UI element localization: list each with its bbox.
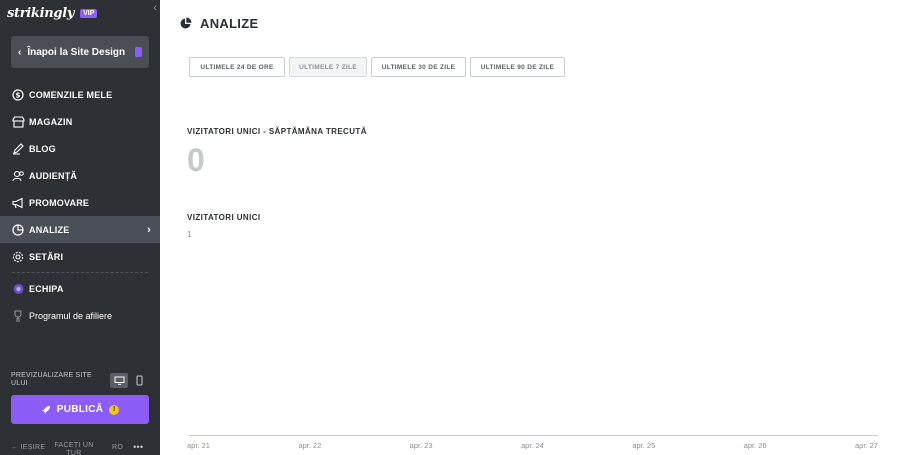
collapse-sidebar-icon[interactable]: ‹ — [153, 2, 157, 14]
chevron-right-icon: › — [147, 223, 151, 236]
pie-chart-icon — [11, 223, 25, 237]
sidebar-item-label: COMENZILE MELE — [29, 89, 113, 100]
tab-last-24-hours[interactable]: ULTIMELE 24 DE ORE — [189, 57, 285, 77]
tab-last-30-days[interactable]: ULTIMELE 30 DE ZILE — [371, 57, 466, 77]
sidebar-item-team[interactable]: ECHIPA — [0, 275, 160, 302]
svg-text:$: $ — [15, 91, 20, 99]
x-axis-tick-label: apr. 24 — [521, 441, 544, 450]
megaphone-icon — [11, 196, 25, 210]
tour-link[interactable]: FACEȚI UN TUR — [51, 442, 97, 455]
x-axis-tick-label: apr. 23 — [409, 441, 433, 450]
page-title-text: ANALIZE — [200, 16, 259, 31]
main-content: ANALIZE ULTIMELE 24 DE ORE ULTIMELE 7 ZI… — [160, 0, 900, 455]
mobile-preview-button[interactable] — [130, 373, 148, 388]
sidebar-item-store[interactable]: MAGAZIN — [0, 108, 160, 135]
sidebar-item-label: PROMOVARE — [29, 197, 90, 208]
x-axis-tick-label: apr. 21 — [187, 441, 210, 450]
tab-last-7-days[interactable]: ULTIMELE 7 ZILE — [289, 57, 367, 77]
rocket-icon — [41, 405, 50, 414]
publish-warning-badge: ! — [109, 404, 120, 415]
team-icon — [11, 282, 25, 296]
y-axis-tick-label: 1 — [187, 230, 192, 239]
sidebar-item-label: BLOG — [29, 143, 56, 154]
sidebar-item-blog[interactable]: BLOG — [0, 135, 160, 162]
sidebar-item-orders[interactable]: $ COMENZILE MELE — [0, 81, 160, 108]
sidebar-item-promote[interactable]: PROMOVARE — [0, 189, 160, 216]
x-axis-tick-label: apr. 25 — [632, 441, 656, 450]
sidebar-nav: $ COMENZILE MELE MAGAZIN BLOG AUDIENȚĂ P… — [0, 81, 160, 329]
preview-site-label: PREVIZUALIZARE SITE ULUI — [11, 372, 92, 387]
sidebar-item-settings[interactable]: SETĂRI — [0, 243, 160, 270]
sidebar-item-label: SETĂRI — [29, 251, 64, 262]
sidebar-item-label: ANALIZE — [29, 224, 70, 235]
language-selector[interactable]: RO — [112, 444, 123, 451]
preview-row: PREVIZUALIZARE SITE ULUI — [11, 370, 151, 390]
page-title: ANALIZE — [179, 16, 258, 31]
exit-link[interactable]: ← IEȘIRE — [11, 444, 51, 451]
x-axis-tick-label: apr. 26 — [743, 441, 767, 450]
tab-last-90-days[interactable]: ULTIMELE 90 DE ZILE — [470, 57, 565, 77]
gear-icon — [11, 250, 25, 264]
date-range-tabs: ULTIMELE 24 DE ORE ULTIMELE 7 ZILE ULTIM… — [189, 57, 569, 77]
sidebar-item-affiliate[interactable]: Programul de afiliere — [0, 302, 160, 329]
sidebar-item-label: ECHIPA — [29, 283, 64, 294]
metric-title-last-week: VIZITATORI UNICI - SĂPTĂMÂNA TRECUTĂ — [187, 127, 367, 136]
sidebar-item-label: AUDIENȚĂ — [29, 170, 78, 181]
page-icon — [135, 47, 142, 57]
dollar-circle-icon: $ — [11, 88, 25, 102]
x-axis-tick-label: apr. 22 — [298, 441, 322, 450]
desktop-preview-button[interactable] — [110, 372, 128, 388]
store-icon — [11, 115, 25, 129]
sidebar-item-label: MAGAZIN — [29, 116, 73, 127]
users-icon — [11, 169, 25, 183]
unique-visitors-value: 0 — [187, 142, 205, 178]
trophy-icon — [11, 309, 25, 323]
back-button-label: Înapoi la Site Design — [27, 46, 126, 58]
x-axis-line — [189, 435, 878, 436]
desktop-icon — [114, 376, 124, 385]
back-to-site-design-button[interactable]: ‹ Înapoi la Site Design — [11, 36, 149, 68]
publish-button[interactable]: PUBLICĂ ! — [11, 395, 149, 424]
sidebar-item-label: Programul de afiliere — [29, 310, 113, 321]
logo-row: strikingly VIP — [7, 4, 157, 22]
mobile-icon — [136, 375, 142, 385]
vip-badge: VIP — [80, 8, 98, 18]
pen-icon — [11, 142, 25, 156]
sidebar: strikingly VIP ‹ ‹ Înapoi la Site Design… — [0, 0, 160, 455]
sidebar-divider — [12, 272, 148, 273]
chevron-left-icon: ‹ — [18, 46, 22, 58]
sidebar-footer: ← IEȘIRE FACEȚI UN TUR RO ••• — [11, 436, 151, 455]
pie-chart-icon — [180, 17, 192, 29]
publish-label: PUBLICĂ — [56, 404, 104, 415]
sidebar-item-audience[interactable]: AUDIENȚĂ — [0, 162, 160, 189]
chart-title: VIZITATORI UNICI — [187, 213, 261, 222]
x-axis-tick-label: apr. 27 — [855, 441, 878, 450]
sidebar-item-analytics[interactable]: ANALIZE › — [0, 216, 160, 243]
more-menu-icon[interactable]: ••• — [133, 442, 143, 452]
strikingly-logo[interactable]: strikingly — [7, 6, 74, 21]
